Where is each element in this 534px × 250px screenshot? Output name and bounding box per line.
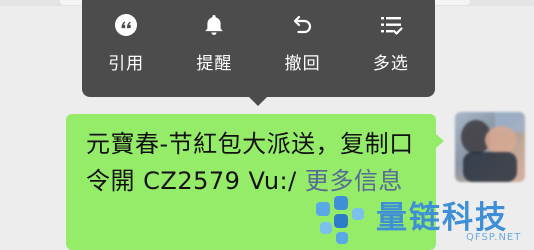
message-context-menu: 引用 提醒 撤回 多选: [82, 0, 435, 97]
watermark-subtitle: QFSP.NET: [466, 232, 522, 243]
bell-icon: [205, 15, 224, 35]
menu-label-quote: 引用: [108, 54, 145, 74]
menu-item-recall[interactable]: 撤回: [259, 0, 347, 97]
quote-icon: [115, 14, 138, 36]
menu-item-multi-select[interactable]: 多选: [347, 0, 435, 97]
watermark-title: 量链科技: [376, 200, 508, 236]
message-text[interactable]: 元寶春-节紅包大派送，复制口令開 CZ2579 Vu:/ 更多信息: [86, 126, 426, 200]
menu-item-quote[interactable]: 引用: [82, 0, 170, 97]
watermark: 量链科技 QFSP.NET: [312, 190, 534, 250]
watermark-logo-icon: [316, 196, 364, 244]
menu-label-remind: 提醒: [196, 54, 233, 74]
multi-select-icon: [380, 17, 403, 35]
bubble-tail: [436, 134, 444, 148]
menu-label-multi-select: 多选: [372, 54, 409, 74]
undo-icon: [293, 15, 311, 34]
avatar[interactable]: [455, 112, 525, 182]
menu-item-remind[interactable]: 提醒: [170, 0, 258, 97]
menu-label-recall: 撤回: [284, 54, 321, 74]
context-menu-pointer: [248, 96, 268, 106]
